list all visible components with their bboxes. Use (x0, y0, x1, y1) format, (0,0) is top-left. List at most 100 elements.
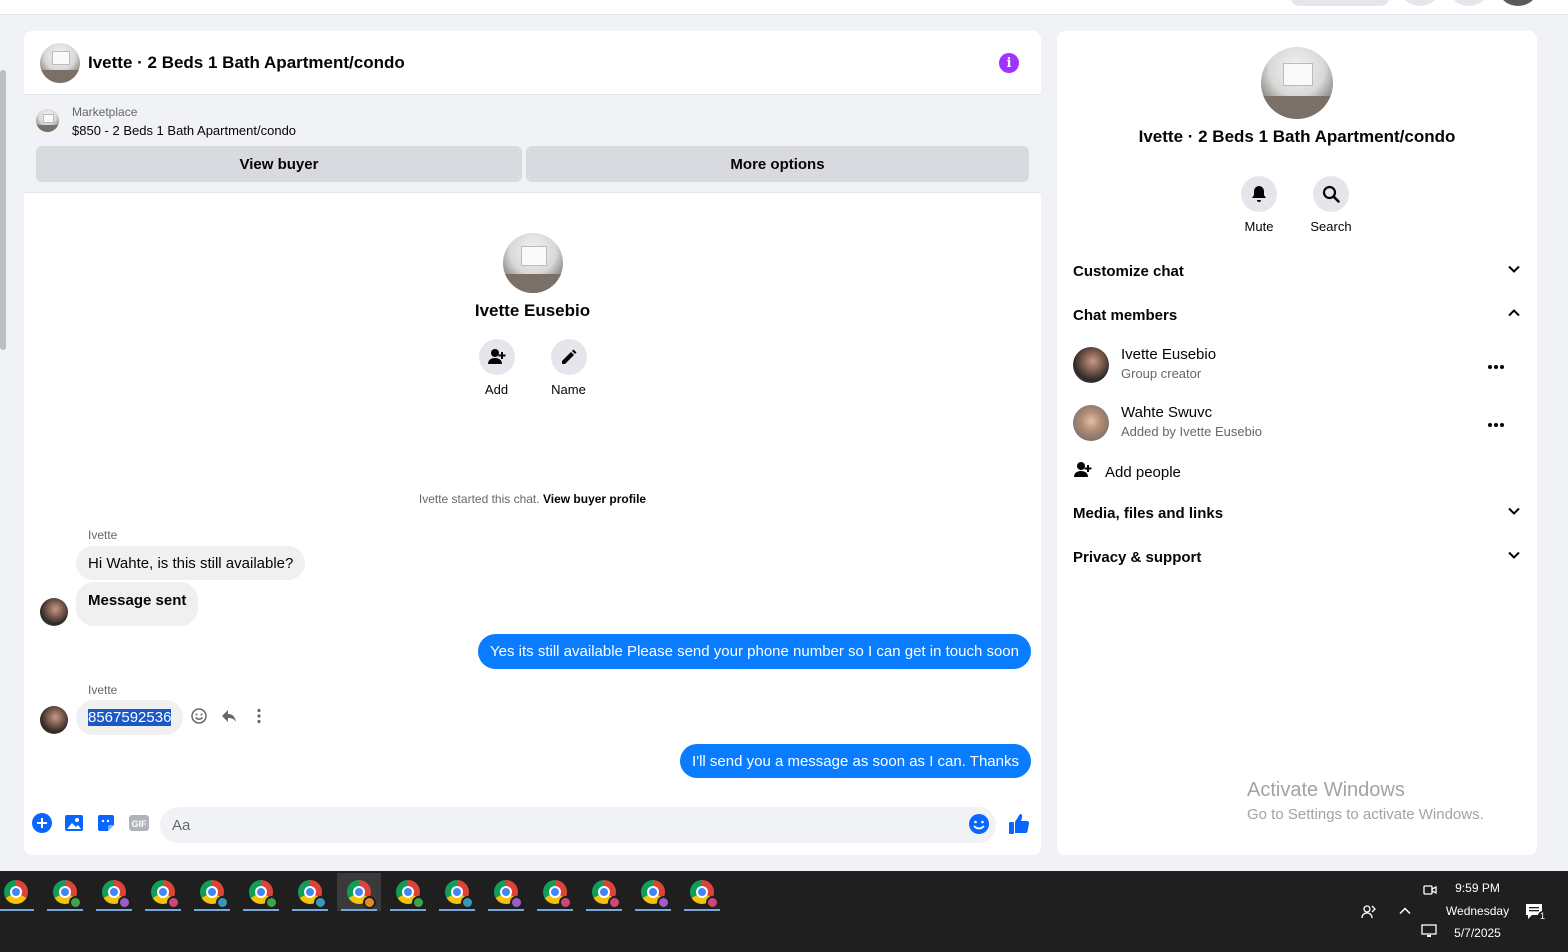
taskbar-chrome-window[interactable] (386, 873, 430, 911)
clock-date[interactable]: 5/7/2025 (1440, 926, 1515, 940)
more-horizontal-icon[interactable] (1487, 415, 1505, 433)
taskbar-chrome-window[interactable] (92, 873, 136, 911)
more-vertical-icon[interactable] (250, 707, 268, 730)
taskbar-chrome-window[interactable] (484, 873, 528, 911)
media-section[interactable]: Media, files and links (1073, 504, 1521, 522)
message-bubble-in[interactable]: 8567592536 (76, 700, 184, 735)
reply-icon[interactable] (220, 707, 238, 730)
taskbar-chrome-window[interactable] (435, 873, 479, 911)
clock-time[interactable]: 9:59 PM (1440, 881, 1515, 895)
thumbs-up-icon[interactable] (1008, 813, 1030, 840)
member-name[interactable]: Wahte Swuvc (1121, 404, 1212, 421)
chrome-icon (543, 880, 572, 909)
sender-avatar[interactable] (40, 598, 68, 626)
chrome-icon (396, 880, 425, 909)
taskbar-chrome-window[interactable] (631, 873, 675, 911)
message-bubble-out[interactable]: I'll send you a message as soon as I can… (680, 744, 1031, 778)
plus-circle-icon[interactable] (32, 813, 52, 838)
taskbar-chrome-window[interactable] (0, 873, 38, 911)
add-person-icon[interactable] (1073, 460, 1093, 484)
chat-title[interactable]: Ivette · 2 Beds 1 Bath Apartment/condo (88, 53, 405, 73)
bell-icon[interactable] (1241, 176, 1277, 212)
top-search-pill[interactable] (1290, 0, 1390, 6)
message-actions (190, 707, 268, 730)
message-bubble-out[interactable]: Yes its still available Please send your… (478, 634, 1031, 669)
chat-members-section[interactable]: Chat members (1073, 306, 1521, 324)
chrome-icon (494, 880, 523, 909)
message-input[interactable] (160, 807, 996, 843)
name-chat-action[interactable]: Name (550, 339, 587, 397)
member-name[interactable]: Ivette Eusebio (1121, 346, 1216, 363)
listing-avatar[interactable] (40, 42, 80, 83)
member-row[interactable]: Ivette Eusebio Group creator (1073, 343, 1521, 387)
chevron-down-icon[interactable] (1507, 504, 1521, 522)
network-icon[interactable] (1421, 924, 1437, 941)
running-indicator (439, 909, 475, 911)
more-options-button[interactable]: More options (526, 146, 1029, 182)
add-people-row[interactable]: Add people (1073, 460, 1521, 484)
chrome-icon (641, 880, 670, 909)
intro-avatar[interactable] (502, 233, 563, 293)
running-indicator (635, 909, 671, 911)
photo-icon[interactable] (64, 813, 84, 838)
people-icon[interactable] (1360, 903, 1378, 924)
running-indicator (586, 909, 622, 911)
sidebar-listing-avatar[interactable] (1261, 47, 1333, 119)
privacy-section[interactable]: Privacy & support (1073, 548, 1521, 566)
taskbar-chrome-window[interactable] (43, 873, 87, 911)
selected-phone-number[interactable]: 8567592536 (88, 709, 172, 726)
listing-price-title[interactable]: $850 - 2 Beds 1 Bath Apartment/condo (72, 123, 296, 138)
scrollbar-thumb[interactable] (0, 70, 6, 350)
top-menu-button[interactable] (1402, 0, 1438, 6)
chevron-up-icon[interactable] (1398, 904, 1412, 921)
more-horizontal-icon[interactable] (1487, 357, 1505, 375)
taskbar-chrome-window[interactable] (680, 873, 724, 911)
taskbar-chrome-window[interactable] (533, 873, 577, 911)
gif-icon[interactable]: GIF (128, 813, 150, 838)
running-indicator (488, 909, 524, 911)
media-label: Media, files and links (1073, 504, 1224, 522)
marketplace-banner: Marketplace $850 - 2 Beds 1 Bath Apartme… (24, 95, 1041, 193)
add-member-action[interactable]: Add (478, 339, 515, 397)
chrome-icon (53, 880, 82, 909)
left-scrollbar[interactable] (0, 15, 8, 870)
member-row[interactable]: Wahte Swuvc Added by Ivette Eusebio (1073, 401, 1521, 445)
taskbar-chrome-window[interactable] (239, 873, 283, 911)
chevron-up-icon[interactable] (1507, 306, 1521, 324)
message-bubble-in[interactable]: Hi Wahte, is this still available? (76, 546, 306, 580)
view-buyer-profile-link[interactable]: View buyer profile (543, 492, 646, 506)
sender-avatar[interactable] (40, 706, 68, 734)
notification-count: 1 (1538, 911, 1548, 921)
chevron-down-icon[interactable] (1507, 548, 1521, 566)
search-icon[interactable] (1313, 176, 1349, 212)
info-icon[interactable]: i (999, 53, 1019, 73)
view-buyer-button[interactable]: View buyer (36, 146, 522, 182)
taskbar-chrome-window[interactable] (337, 873, 381, 911)
taskbar-chrome-window[interactable] (288, 873, 332, 911)
sticker-icon[interactable] (96, 813, 116, 838)
member-avatar[interactable] (1073, 347, 1109, 383)
emoji-icon[interactable] (968, 813, 990, 840)
listing-thumbnail[interactable] (36, 109, 59, 132)
mute-control[interactable]: Mute (1229, 176, 1289, 234)
running-indicator (537, 909, 573, 911)
chevron-down-icon[interactable] (1507, 262, 1521, 280)
message-bubble-in[interactable]: Message sent (76, 582, 199, 626)
top-account-avatar[interactable] (1500, 0, 1536, 6)
taskbar-chrome-window[interactable] (141, 873, 185, 911)
member-avatar[interactable] (1073, 405, 1109, 441)
marketplace-label: Marketplace (72, 105, 138, 119)
add-person-icon[interactable] (478, 339, 515, 375)
react-smiley-icon[interactable] (190, 707, 208, 730)
top-messenger-button[interactable] (1451, 0, 1487, 6)
search-control[interactable]: Search (1301, 176, 1361, 234)
running-indicator (684, 909, 720, 911)
chrome-icon (592, 880, 621, 909)
customize-chat-section[interactable]: Customize chat (1073, 262, 1521, 280)
meet-now-icon[interactable] (1423, 883, 1437, 900)
taskbar-chrome-window[interactable] (582, 873, 626, 911)
taskbar-chrome-window[interactable] (190, 873, 234, 911)
notification-icon[interactable]: 1 (1524, 901, 1548, 924)
pencil-icon[interactable] (550, 339, 587, 375)
clock-day[interactable]: Wednesday (1440, 904, 1515, 918)
